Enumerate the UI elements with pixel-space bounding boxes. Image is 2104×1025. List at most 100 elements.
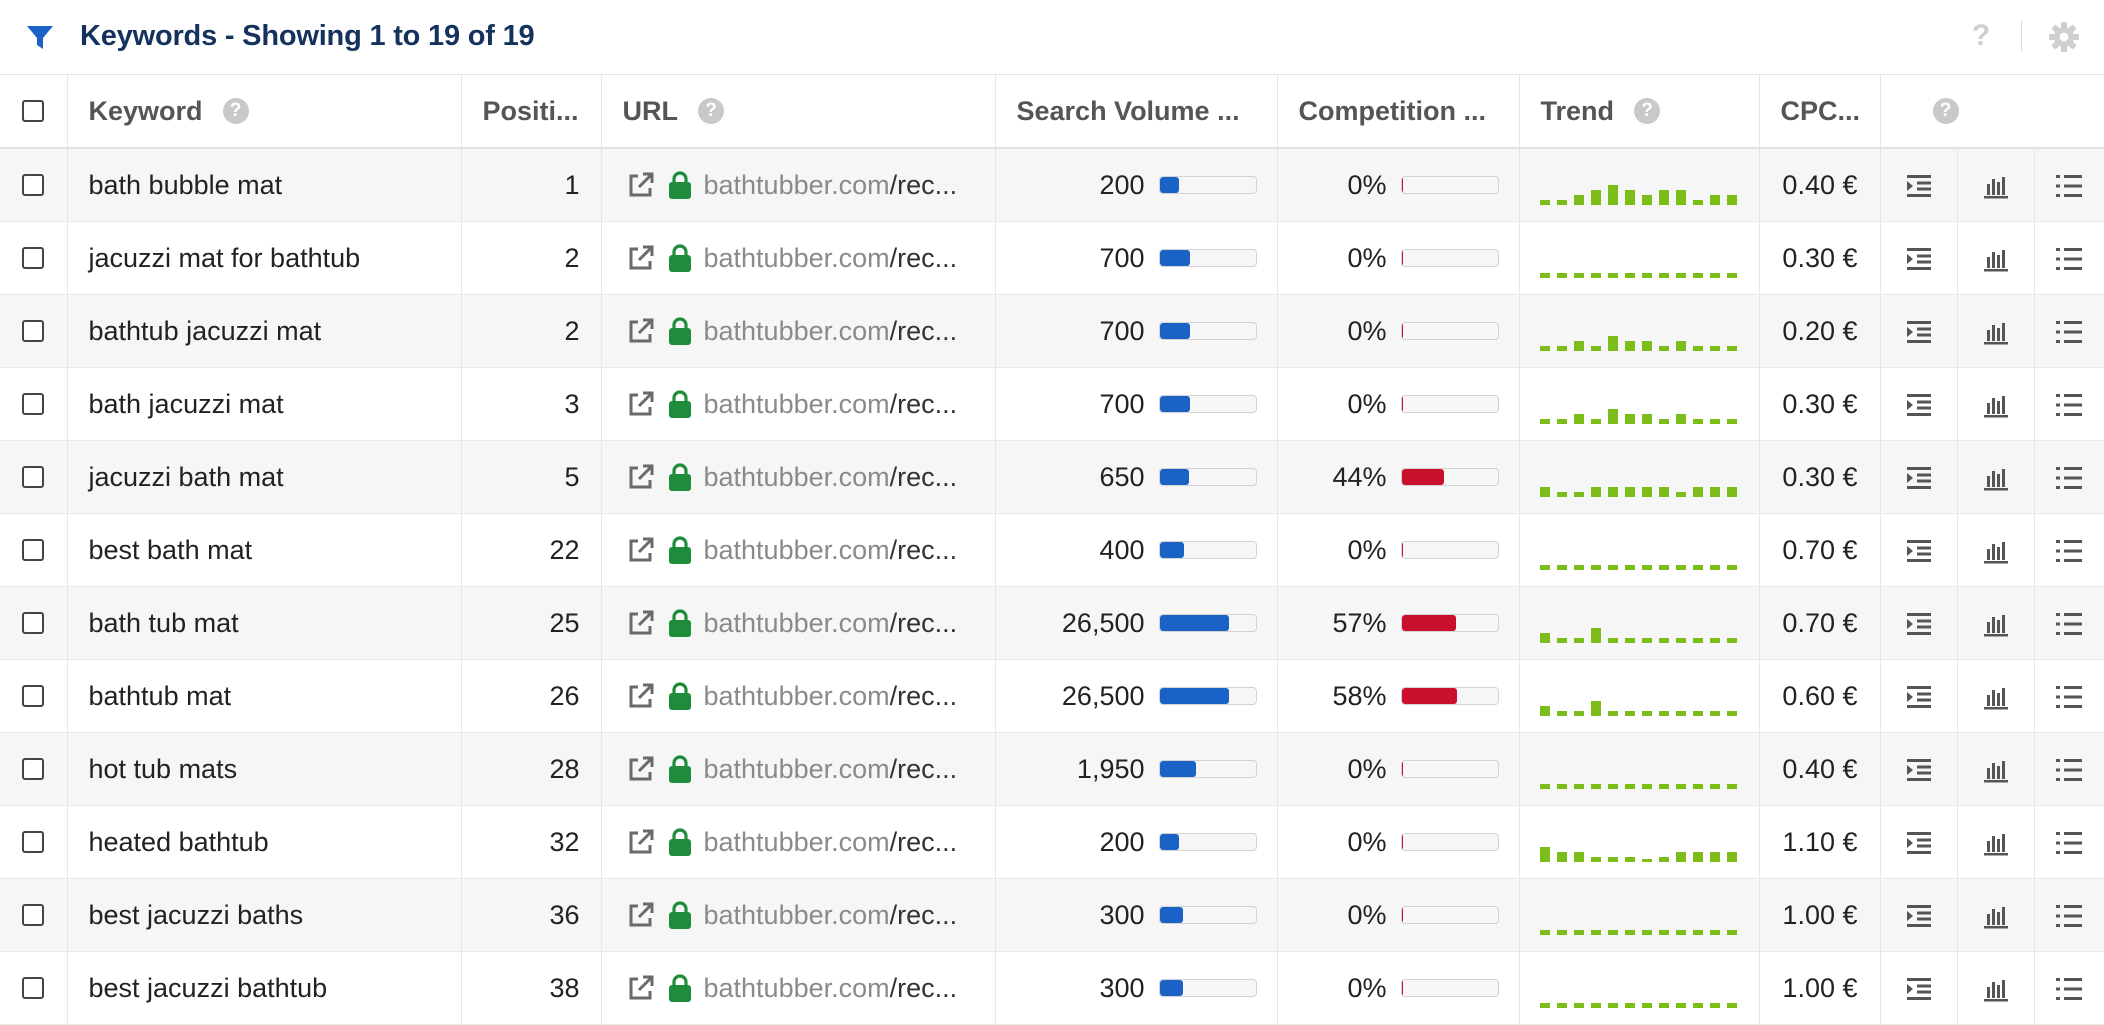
row-checkbox[interactable] (22, 977, 45, 999)
col-search-volume[interactable]: Search Volume ... (995, 75, 1278, 149)
url-path[interactable]: /rec... (890, 462, 958, 493)
settings-gear-icon[interactable] (2047, 20, 2081, 54)
external-link-icon[interactable] (626, 900, 656, 930)
row-checkbox[interactable] (22, 831, 45, 853)
indent-list-icon[interactable] (1905, 537, 1933, 565)
list-icon[interactable] (2055, 902, 2083, 930)
list-icon[interactable] (2055, 318, 2083, 346)
col-url[interactable]: URL? (601, 75, 996, 149)
row-checkbox[interactable] (22, 904, 45, 926)
url-path[interactable]: /rec... (890, 389, 958, 420)
list-icon[interactable] (2055, 756, 2083, 784)
bar-chart-icon[interactable] (1982, 610, 2010, 638)
keyword-text[interactable]: best bath mat (89, 535, 253, 565)
keyword-text[interactable]: bathtub mat (89, 681, 232, 711)
url-domain[interactable]: bathtubber.com (704, 389, 890, 420)
url-path[interactable]: /rec... (890, 827, 958, 858)
external-link-icon[interactable] (626, 243, 656, 273)
col-trend[interactable]: Trend? (1519, 75, 1760, 149)
url-domain[interactable]: bathtubber.com (704, 170, 890, 201)
external-link-icon[interactable] (626, 827, 656, 857)
indent-list-icon[interactable] (1905, 391, 1933, 419)
bar-chart-icon[interactable] (1982, 756, 2010, 784)
row-checkbox[interactable] (22, 393, 45, 415)
url-path[interactable]: /rec... (890, 973, 958, 1004)
url-path[interactable]: /rec... (890, 900, 958, 931)
bar-chart-icon[interactable] (1982, 975, 2010, 1003)
filter-icon[interactable] (24, 22, 56, 54)
row-checkbox[interactable] (22, 466, 45, 488)
bar-chart-icon[interactable] (1982, 829, 2010, 857)
select-all-checkbox[interactable] (22, 100, 45, 122)
row-checkbox[interactable] (22, 174, 45, 196)
keyword-text[interactable]: jacuzzi bath mat (89, 462, 284, 492)
indent-list-icon[interactable] (1905, 172, 1933, 200)
row-checkbox[interactable] (22, 685, 45, 707)
bar-chart-icon[interactable] (1982, 391, 2010, 419)
external-link-icon[interactable] (626, 462, 656, 492)
external-link-icon[interactable] (626, 681, 656, 711)
bar-chart-icon[interactable] (1982, 902, 2010, 930)
keyword-text[interactable]: hot tub mats (89, 754, 238, 784)
row-checkbox[interactable] (22, 320, 45, 342)
row-checkbox[interactable] (22, 612, 45, 634)
help-icon[interactable]: ? (1966, 18, 1996, 54)
keyword-text[interactable]: bath bubble mat (89, 170, 283, 200)
keyword-text[interactable]: best jacuzzi bathtub (89, 973, 328, 1003)
list-icon[interactable] (2055, 610, 2083, 638)
url-help-icon[interactable]: ? (698, 98, 724, 124)
external-link-icon[interactable] (626, 389, 656, 419)
url-domain[interactable]: bathtubber.com (704, 243, 890, 274)
row-checkbox[interactable] (22, 247, 45, 269)
url-path[interactable]: /rec... (890, 608, 958, 639)
list-icon[interactable] (2055, 391, 2083, 419)
row-checkbox[interactable] (22, 758, 45, 780)
url-path[interactable]: /rec... (890, 681, 958, 712)
bar-chart-icon[interactable] (1982, 318, 2010, 346)
indent-list-icon[interactable] (1905, 756, 1933, 784)
external-link-icon[interactable] (626, 754, 656, 784)
indent-list-icon[interactable] (1905, 610, 1933, 638)
keyword-text[interactable]: bath jacuzzi mat (89, 389, 284, 419)
url-path[interactable]: /rec... (890, 754, 958, 785)
list-icon[interactable] (2055, 683, 2083, 711)
indent-list-icon[interactable] (1905, 245, 1933, 273)
external-link-icon[interactable] (626, 973, 656, 1003)
url-path[interactable]: /rec... (890, 170, 958, 201)
url-domain[interactable]: bathtubber.com (704, 535, 890, 566)
keyword-text[interactable]: heated bathtub (89, 827, 269, 857)
url-path[interactable]: /rec... (890, 535, 958, 566)
bar-chart-icon[interactable] (1982, 464, 2010, 492)
indent-list-icon[interactable] (1905, 902, 1933, 930)
url-domain[interactable]: bathtubber.com (704, 827, 890, 858)
list-icon[interactable] (2055, 172, 2083, 200)
external-link-icon[interactable] (626, 170, 656, 200)
list-icon[interactable] (2055, 537, 2083, 565)
row-checkbox[interactable] (22, 539, 45, 561)
external-link-icon[interactable] (626, 316, 656, 346)
url-domain[interactable]: bathtubber.com (704, 462, 890, 493)
keyword-text[interactable]: bathtub jacuzzi mat (89, 316, 322, 346)
url-domain[interactable]: bathtubber.com (704, 316, 890, 347)
indent-list-icon[interactable] (1905, 464, 1933, 492)
list-icon[interactable] (2055, 975, 2083, 1003)
list-icon[interactable] (2055, 829, 2083, 857)
indent-list-icon[interactable] (1905, 829, 1933, 857)
url-path[interactable]: /rec... (890, 316, 958, 347)
url-domain[interactable]: bathtubber.com (704, 681, 890, 712)
url-domain[interactable]: bathtubber.com (704, 608, 890, 639)
bar-chart-icon[interactable] (1982, 683, 2010, 711)
actions-help-icon[interactable]: ? (1932, 98, 1959, 124)
indent-list-icon[interactable] (1905, 975, 1933, 1003)
bar-chart-icon[interactable] (1982, 537, 2010, 565)
col-position[interactable]: Positi... (461, 75, 602, 149)
url-domain[interactable]: bathtubber.com (704, 754, 890, 785)
indent-list-icon[interactable] (1905, 683, 1933, 711)
external-link-icon[interactable] (626, 608, 656, 638)
list-icon[interactable] (2055, 245, 2083, 273)
url-path[interactable]: /rec... (890, 243, 958, 274)
col-keyword[interactable]: Keyword? (67, 75, 462, 149)
keyword-help-icon[interactable]: ? (222, 98, 249, 124)
col-competition[interactable]: Competition ... (1277, 75, 1520, 149)
keyword-text[interactable]: jacuzzi mat for bathtub (89, 243, 361, 273)
